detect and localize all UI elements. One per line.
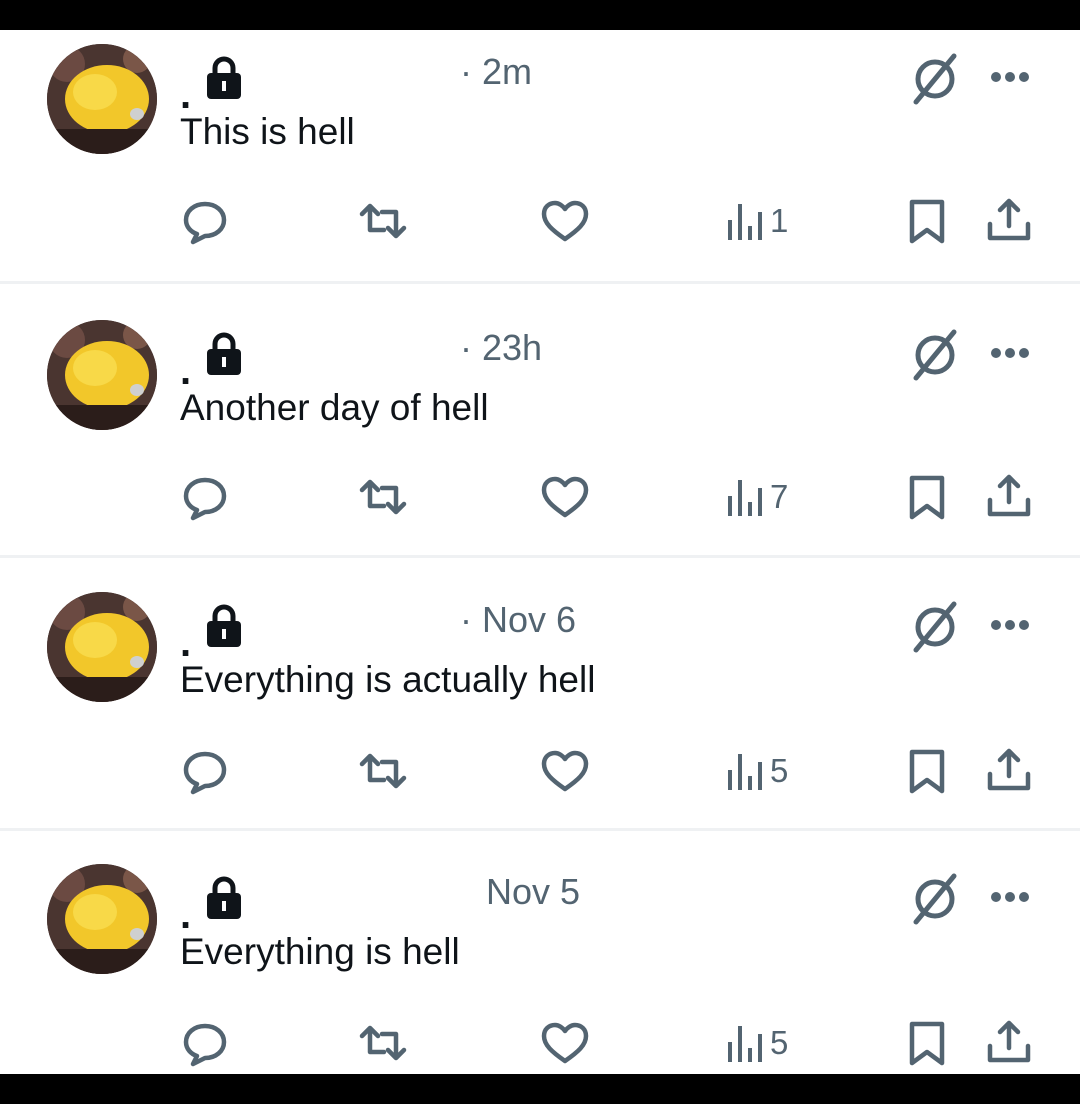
- more-icon[interactable]: [990, 618, 1030, 632]
- more-icon[interactable]: [990, 70, 1030, 84]
- display-name[interactable]: .: [180, 895, 191, 935]
- like-icon[interactable]: [538, 194, 592, 248]
- post[interactable]: . · 23h Another day of hell 7: [0, 306, 1080, 578]
- display-name[interactable]: .: [180, 351, 191, 391]
- bookmark-icon[interactable]: [900, 744, 954, 798]
- grok-icon[interactable]: [908, 872, 962, 926]
- share-icon[interactable]: [982, 744, 1036, 798]
- post-text: Everything is hell: [180, 931, 460, 972]
- avatar[interactable]: [47, 592, 157, 702]
- post[interactable]: . · Nov 6 Everything is actually hell 5: [0, 578, 1080, 850]
- views-count[interactable]: 5: [724, 744, 788, 798]
- like-icon[interactable]: [538, 1016, 592, 1070]
- share-icon[interactable]: [982, 194, 1036, 248]
- grok-icon[interactable]: [908, 600, 962, 654]
- reply-icon[interactable]: [178, 1016, 232, 1070]
- views-count[interactable]: 1: [724, 194, 788, 248]
- post-timestamp[interactable]: Nov 5: [486, 872, 580, 912]
- retweet-icon[interactable]: [356, 744, 410, 798]
- like-icon[interactable]: [538, 470, 592, 524]
- views-number: 5: [770, 1024, 789, 1061]
- lock-icon: [207, 876, 241, 919]
- views-number: 1: [770, 202, 789, 239]
- post-timestamp[interactable]: · 2m: [460, 52, 532, 92]
- grok-icon[interactable]: [908, 52, 962, 106]
- post-timestamp[interactable]: · 23h: [460, 328, 542, 368]
- avatar[interactable]: [47, 44, 157, 154]
- post-text: Another day of hell: [180, 387, 489, 428]
- views-icon: [728, 1026, 762, 1062]
- views-icon: [728, 204, 762, 240]
- views-count[interactable]: 7: [724, 470, 788, 524]
- avatar[interactable]: [47, 320, 157, 430]
- post-timestamp[interactable]: · Nov 6: [460, 600, 576, 640]
- lock-icon: [207, 604, 241, 647]
- retweet-icon[interactable]: [356, 1016, 410, 1070]
- retweet-icon[interactable]: [356, 470, 410, 524]
- lock-icon: [207, 56, 241, 99]
- reply-icon[interactable]: [178, 194, 232, 248]
- views-icon: [728, 480, 762, 516]
- bookmark-icon[interactable]: [900, 470, 954, 524]
- like-icon[interactable]: [538, 744, 592, 798]
- reply-icon[interactable]: [178, 470, 232, 524]
- bookmark-icon[interactable]: [900, 194, 954, 248]
- post-text: Everything is actually hell: [180, 659, 596, 700]
- bookmark-icon[interactable]: [900, 1016, 954, 1070]
- more-icon[interactable]: [990, 890, 1030, 904]
- views-number: 5: [770, 752, 789, 789]
- post-divider: [0, 281, 1080, 284]
- avatar[interactable]: [47, 864, 157, 974]
- display-name[interactable]: .: [180, 623, 191, 663]
- lock-icon: [207, 332, 241, 375]
- share-icon[interactable]: [982, 1016, 1036, 1070]
- post[interactable]: . · 2m This is hell 1: [0, 30, 1080, 302]
- share-icon[interactable]: [982, 470, 1036, 524]
- display-name[interactable]: .: [180, 75, 191, 115]
- views-count[interactable]: 5: [724, 1016, 788, 1070]
- post-divider: [0, 555, 1080, 558]
- more-icon[interactable]: [990, 346, 1030, 360]
- grok-icon[interactable]: [908, 328, 962, 382]
- post-divider: [0, 828, 1080, 831]
- timeline-feed[interactable]: . · 2m This is hell 1 . · 23h Another da…: [0, 30, 1080, 1074]
- views-icon: [728, 754, 762, 790]
- bottom-bar: [0, 1074, 1080, 1104]
- post[interactable]: . Nov 5 Everything is hell 5: [0, 850, 1080, 1074]
- retweet-icon[interactable]: [356, 194, 410, 248]
- screen: . · 2m This is hell 1 . · 23h Another da…: [0, 0, 1080, 1104]
- reply-icon[interactable]: [178, 744, 232, 798]
- views-number: 7: [770, 478, 789, 515]
- post-text: This is hell: [180, 111, 355, 152]
